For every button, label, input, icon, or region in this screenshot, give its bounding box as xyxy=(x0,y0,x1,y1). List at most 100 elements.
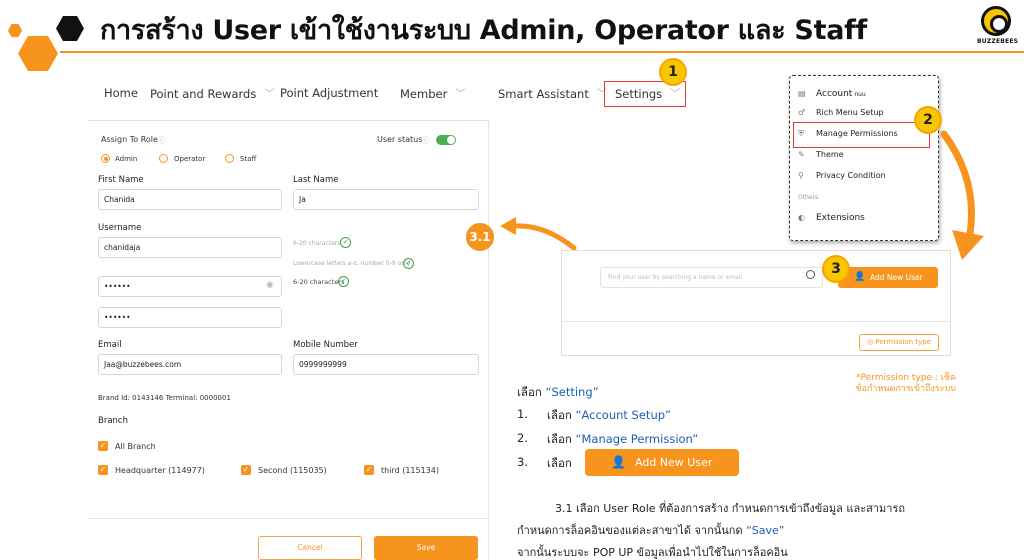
permission-type-button[interactable]: ◎ Permission type xyxy=(859,334,939,351)
nav-point-and-rewards-label: Point and Rewards xyxy=(150,87,257,101)
add-new-user-label: Add New User xyxy=(870,273,923,282)
nav-smart-assistant[interactable]: Smart Assistant ﹀ xyxy=(498,86,607,101)
check-circle-icon: ✓ xyxy=(403,258,414,269)
password-input[interactable]: •••••• xyxy=(98,276,282,297)
branch-third-label: third (115134) xyxy=(381,466,439,475)
menu-item-extensions-label: Extensions xyxy=(816,213,865,223)
menu-item-privacy-label: Privacy Condition xyxy=(816,171,886,180)
instruction-step-2-prefix: เลือก xyxy=(547,432,576,446)
account-icon: ▤ xyxy=(798,89,806,98)
instruction-step-1-target: “Account Setup” xyxy=(575,408,671,422)
instruction-paragraph-1: 3.1 เลือก User Role ที่ต้องการสร้าง กำหน… xyxy=(555,502,906,515)
users-panel-divider xyxy=(561,321,951,322)
instruction-step-2-target: “Manage Permission” xyxy=(575,432,699,446)
username-hint-chars: Lowercase letters a-z, number 0-9 only xyxy=(293,260,411,267)
add-user-icon: 👤 xyxy=(854,272,866,282)
hex-decoration-dark xyxy=(56,16,84,41)
last-name-label: Last Name xyxy=(293,175,339,185)
nav-home[interactable]: Home xyxy=(104,86,138,100)
logo-icon xyxy=(981,6,1011,36)
last-name-input[interactable]: Ja xyxy=(293,189,479,210)
password-hint: 6-20 characters xyxy=(293,278,345,286)
mobile-input[interactable]: 0999999999 xyxy=(293,354,479,375)
mobile-label: Mobile Number xyxy=(293,340,358,350)
first-name-input[interactable]: Chanida xyxy=(98,189,282,210)
save-button[interactable]: Save xyxy=(374,536,478,560)
instruction-step-1: เลือก “Account Setup” xyxy=(547,407,671,425)
username-input[interactable]: chanidaja xyxy=(98,237,282,258)
permission-type-label: Permission type xyxy=(875,338,931,346)
instruction-step-1-prefix: เลือก xyxy=(547,408,576,422)
menu-item-theme[interactable]: ✎ Theme xyxy=(798,150,844,159)
arrow-to-step-3 xyxy=(940,130,984,260)
cancel-button[interactable]: Cancel xyxy=(258,536,362,560)
nav-point-and-rewards[interactable]: Point and Rewards ﹀ xyxy=(150,86,274,101)
role-staff-label: Staff xyxy=(240,155,257,163)
hex-decoration-large xyxy=(18,36,58,71)
permission-note-line-2: ข้อกำหนดการเข้าถึงระบบ xyxy=(855,384,956,394)
nav-point-adjustment[interactable]: Point Adjustment xyxy=(280,86,378,100)
hex-decoration-small xyxy=(8,24,22,37)
branch-headquarter-label: Headquarter (114977) xyxy=(115,466,205,475)
nav-member[interactable]: Member ﹀ xyxy=(400,86,465,101)
menu-item-privacy[interactable]: ⚲ Privacy Condition xyxy=(798,171,886,180)
search-icon[interactable] xyxy=(806,270,815,279)
nav-home-label: Home xyxy=(104,86,138,100)
email-input[interactable]: Jaa@buzzebees.com xyxy=(98,354,282,375)
instruction-intro-prefix: เลือก xyxy=(517,385,546,399)
info-icon: ⓘ xyxy=(157,136,165,145)
branch-checkbox-third[interactable]: ✓ xyxy=(364,465,374,475)
instruction-add-new-user-button: 👤 Add New User xyxy=(585,449,739,476)
user-search-input[interactable]: Find your user by searching a name or em… xyxy=(600,267,823,288)
confirm-password-input[interactable]: •••••• xyxy=(98,307,282,328)
branch-checkbox-headquarter[interactable]: ✓ xyxy=(98,465,108,475)
role-radio-staff[interactable] xyxy=(225,154,234,163)
logo-text: BUZZEBEES xyxy=(977,38,1019,45)
info-icon: ⓘ xyxy=(421,136,429,145)
buzzebees-logo: BUZZEBEES xyxy=(977,6,1019,48)
permission-note-line-1: *Permission type : เช็ค xyxy=(856,373,956,383)
role-radio-admin[interactable] xyxy=(101,154,110,163)
add-user-icon: 👤 xyxy=(611,455,626,469)
instruction-intro: เลือก “Setting” xyxy=(517,384,599,402)
menu-item-account-label: Account xyxy=(816,89,853,99)
email-label: Email xyxy=(98,340,122,350)
menu-item-extensions[interactable]: ◐ Extensions xyxy=(798,213,865,223)
menu-item-rich-menu[interactable]: ♂ Rich Menu Setup xyxy=(798,108,884,117)
user-status-label: User status xyxy=(377,135,423,144)
brand-info: Brand Id: 0143146 Terminal: 0000001 xyxy=(98,394,231,402)
eye-icon[interactable]: ◉ xyxy=(266,280,274,290)
permission-type-note: *Permission type : เช็ค ข้อกำหนดการเข้าถ… xyxy=(836,373,956,395)
user-status-toggle[interactable] xyxy=(436,135,456,145)
branch-checkbox-second[interactable]: ✓ xyxy=(241,465,251,475)
instruction-step-1-number: 1. xyxy=(517,407,528,421)
nav-smart-assistant-label: Smart Assistant xyxy=(498,87,589,101)
page-title: การสร้าง User เข้าใช้งานระบบ Admin, Oper… xyxy=(100,15,868,46)
check-circle-icon: ✓ xyxy=(340,237,351,248)
settings-dropdown-menu: ▤ Account nuu ♂ Rich Menu Setup ⛨ Manage Per… xyxy=(789,75,939,241)
step-badge-1: 1 xyxy=(659,58,687,86)
chevron-down-icon: ﹀ xyxy=(455,89,466,100)
branch-second-label: Second (115035) xyxy=(258,466,327,475)
check-circle-icon: ✓ xyxy=(338,276,349,287)
instruction-step-2: เลือก “Manage Permission” xyxy=(547,431,698,449)
instruction-paragraph-2-prefix: กำหนดการล็อคอินของแต่ละสาขาได้ จากนั้นกด xyxy=(517,524,747,537)
add-new-user-button[interactable]: 👤 Add New User xyxy=(838,267,938,288)
instruction-paragraph-3: จากนั้นระบบจะ POP UP ข้อมูลเพื่อนำไปใช้ใ… xyxy=(517,546,788,559)
arrow-to-step-3-1 xyxy=(500,217,577,251)
username-label: Username xyxy=(98,223,142,233)
assign-role-label: Assign To Role xyxy=(101,135,158,144)
branch-label: Branch xyxy=(98,416,128,426)
chevron-down-icon: ﹀ xyxy=(264,89,275,100)
instruction-intro-target: “Setting” xyxy=(545,385,599,399)
menu-section-others: Others xyxy=(798,194,819,201)
instruction-step-3-prefix: เลือก xyxy=(547,456,572,470)
menu-item-theme-label: Theme xyxy=(816,150,844,159)
instruction-step-3-number: 3. xyxy=(517,455,528,469)
rich-menu-icon: ♂ xyxy=(798,108,806,117)
role-radio-operator[interactable] xyxy=(159,154,168,163)
instruction-step-2-number: 2. xyxy=(517,431,528,445)
menu-item-account[interactable]: ▤ Account nuu xyxy=(798,89,866,99)
privacy-icon: ⚲ xyxy=(798,171,804,180)
branch-checkbox-all[interactable]: ✓ xyxy=(98,441,108,451)
